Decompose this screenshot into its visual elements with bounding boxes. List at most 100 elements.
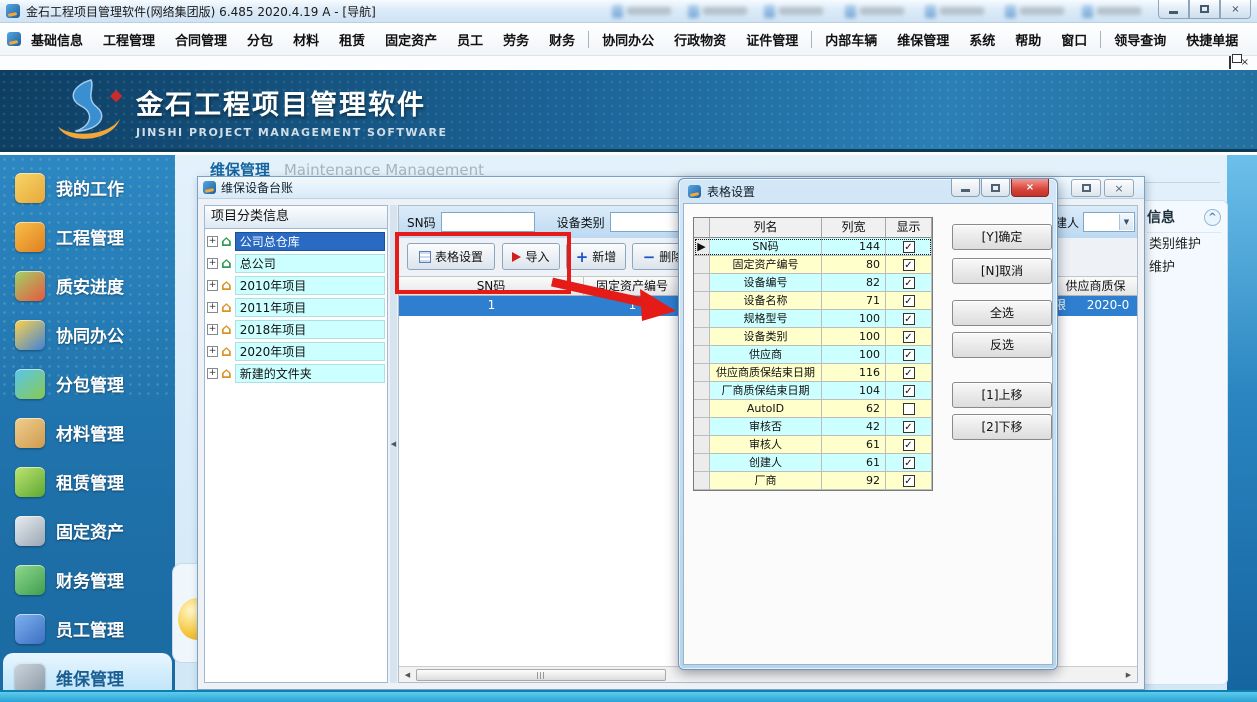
menu-item-0-8[interactable]: 劳务 [493, 30, 539, 49]
config-row[interactable]: 厂商92✓ [694, 472, 932, 490]
config-row[interactable]: AutoID62 [694, 400, 932, 418]
tree-item[interactable]: +⌂2020年项目 [207, 341, 385, 362]
minimize-button[interactable] [1158, 0, 1189, 19]
creator-combo[interactable]: ▼ [1083, 212, 1135, 232]
menu-item-1-0[interactable]: 协同办公 [592, 30, 664, 49]
column-header[interactable]: SN码 [399, 277, 584, 295]
select-all-button[interactable]: 全选 [952, 300, 1052, 326]
move-down-button[interactable]: [2]下移 [952, 414, 1052, 440]
tree-item[interactable]: +⌂公司总仓库 [207, 231, 385, 252]
dialog-minimize-button[interactable] [951, 179, 980, 197]
menu-item-1-1[interactable]: 行政物资 [664, 30, 736, 49]
checkbox-checked-icon[interactable]: ✓ [903, 277, 915, 289]
config-row[interactable]: 规格型号100✓ [694, 310, 932, 328]
expand-icon[interactable]: + [207, 346, 218, 357]
menu-item-0-9[interactable]: 财务 [539, 30, 585, 49]
menu-item-2-4[interactable]: 窗口 [1051, 30, 1097, 49]
checkbox-checked-icon[interactable]: ✓ [903, 439, 915, 451]
column-header[interactable]: 固定资产编号 [584, 277, 681, 295]
checkbox-icon[interactable] [903, 403, 915, 415]
sidebar-item-materials[interactable]: 材料管理 [0, 408, 175, 457]
menu-item-3-1[interactable]: 快捷单据 [1176, 30, 1248, 49]
checkbox-checked-icon[interactable]: ✓ [903, 385, 915, 397]
table-settings-button[interactable]: 表格设置 [407, 243, 495, 270]
ledger-close-button[interactable]: × [1104, 179, 1134, 197]
splitter-handle[interactable]: ◀ [390, 205, 397, 683]
checkbox-checked-icon[interactable]: ✓ [903, 313, 915, 325]
config-row[interactable]: 设备名称71✓ [694, 292, 932, 310]
sidebar-item-employees[interactable]: 员工管理 [0, 604, 175, 653]
config-row[interactable]: 供应商100✓ [694, 346, 932, 364]
sn-input[interactable] [441, 212, 535, 232]
scroll-left-icon[interactable]: ◀ [400, 668, 415, 682]
menu-item-2-0[interactable]: 内部车辆 [815, 30, 887, 49]
confirm-button[interactable]: [Y]确定 [952, 224, 1052, 250]
add-button[interactable]: + 新增 [566, 243, 626, 270]
config-row[interactable]: 审核否42✓ [694, 418, 932, 436]
close-button[interactable]: × [1220, 0, 1251, 19]
mdi-close-button[interactable]: × [1241, 57, 1249, 69]
config-row[interactable]: 固定资产编号80✓ [694, 256, 932, 274]
sidebar-item-my-work[interactable]: 我的工作 [0, 163, 175, 212]
tree-item[interactable]: +⌂总公司 [207, 253, 385, 274]
checkbox-checked-icon[interactable]: ✓ [903, 295, 915, 307]
menu-item-0-3[interactable]: 分包 [237, 30, 283, 49]
config-row[interactable]: 设备编号82✓ [694, 274, 932, 292]
config-row[interactable]: 设备类别100✓ [694, 328, 932, 346]
menu-item-1-2[interactable]: 证件管理 [736, 30, 808, 49]
sidebar-item-fixed-assets[interactable]: 固定资产 [0, 506, 175, 555]
import-button[interactable]: 导入 [502, 243, 560, 270]
checkbox-checked-icon[interactable]: ✓ [903, 421, 915, 433]
checkbox-checked-icon[interactable]: ✓ [903, 457, 915, 469]
expand-icon[interactable]: + [207, 236, 218, 247]
info-link-0[interactable]: 类别维护 [1147, 233, 1221, 256]
expand-icon[interactable]: + [207, 324, 218, 335]
sidebar-item-quality-progress[interactable]: 质安进度 [0, 261, 175, 310]
move-up-button[interactable]: [1]上移 [952, 382, 1052, 408]
dialog-maximize-button[interactable] [981, 179, 1010, 197]
config-row[interactable]: ▶SN码144✓ [694, 238, 932, 256]
menu-item-2-3[interactable]: 帮助 [1005, 30, 1051, 49]
menu-item-0-5[interactable]: 租赁 [329, 30, 375, 49]
menu-item-3-2[interactable]: 重连网络 [1248, 30, 1257, 49]
tree-item[interactable]: +⌂2018年项目 [207, 319, 385, 340]
menu-item-0-2[interactable]: 合同管理 [165, 30, 237, 49]
scroll-right-icon[interactable]: ▶ [1121, 668, 1136, 682]
ledger-maximize-button[interactable] [1071, 179, 1101, 197]
config-row[interactable]: 创建人61✓ [694, 454, 932, 472]
sidebar-item-project-management[interactable]: 工程管理 [0, 212, 175, 261]
chevron-up-icon[interactable]: ^ [1204, 209, 1221, 226]
mdi-restore-button[interactable] [1229, 57, 1231, 69]
checkbox-checked-icon[interactable]: ✓ [903, 349, 915, 361]
cancel-button[interactable]: [N]取消 [952, 258, 1052, 284]
checkbox-checked-icon[interactable]: ✓ [903, 259, 915, 271]
sidebar-item-leasing[interactable]: 租赁管理 [0, 457, 175, 506]
menu-item-0-1[interactable]: 工程管理 [93, 30, 165, 49]
checkbox-checked-icon[interactable]: ✓ [903, 241, 915, 253]
sidebar-item-collaboration[interactable]: 协同办公 [0, 310, 175, 359]
config-row[interactable]: 厂商质保结束日期104✓ [694, 382, 932, 400]
menu-item-0-0[interactable]: 基础信息 [21, 30, 93, 49]
menu-item-0-7[interactable]: 员工 [447, 30, 493, 49]
tree-item[interactable]: +⌂新建的文件夹 [207, 363, 385, 384]
sidebar-item-finance[interactable]: 财务管理 [0, 555, 175, 604]
column-header-partial[interactable]: 供应商质保 [1049, 277, 1138, 295]
expand-icon[interactable]: + [207, 302, 218, 313]
menu-item-2-1[interactable]: 维保管理 [887, 30, 959, 49]
menu-item-2-2[interactable]: 系统 [959, 30, 1005, 49]
menu-item-3-0[interactable]: 领导查询 [1104, 30, 1176, 49]
info-link-1[interactable]: 维护 [1147, 256, 1221, 279]
expand-icon[interactable]: + [207, 368, 218, 379]
menu-item-0-4[interactable]: 材料 [283, 30, 329, 49]
expand-icon[interactable]: + [207, 280, 218, 291]
config-row[interactable]: 供应商质保结束日期116✓ [694, 364, 932, 382]
checkbox-checked-icon[interactable]: ✓ [903, 331, 915, 343]
sidebar-item-subcontract[interactable]: 分包管理 [0, 359, 175, 408]
checkbox-checked-icon[interactable]: ✓ [903, 475, 915, 487]
scrollbar-thumb[interactable] [416, 669, 666, 681]
menu-item-0-6[interactable]: 固定资产 [375, 30, 447, 49]
window-titlebar[interactable]: 金石工程项目管理软件(网络集团版) 6.485 2020.4.19 A - [导… [0, 0, 1257, 23]
config-row[interactable]: 审核人61✓ [694, 436, 932, 454]
tree-item[interactable]: +⌂2010年项目 [207, 275, 385, 296]
dialog-close-button[interactable]: × [1011, 179, 1049, 197]
